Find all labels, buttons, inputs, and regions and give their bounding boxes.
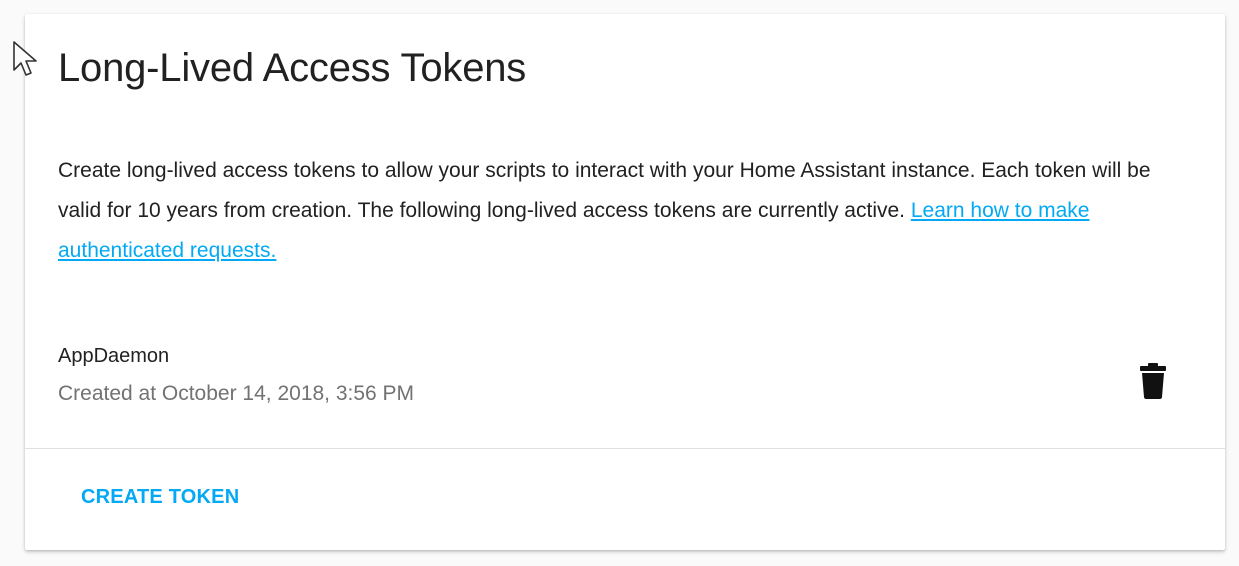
- token-list-item: AppDaemon Created at October 14, 2018, 3…: [25, 337, 1225, 447]
- token-name: AppDaemon: [58, 345, 170, 367]
- card-title: Long-Lived Access Tokens: [58, 46, 527, 90]
- long-lived-tokens-card: Long-Lived Access Tokens Create long-liv…: [25, 14, 1225, 550]
- card-actions-divider: [25, 448, 1225, 449]
- delete-icon: [1140, 363, 1166, 399]
- token-created-date: Created at October 14, 2018, 3:56 PM: [58, 382, 415, 405]
- create-token-button[interactable]: CREATE TOKEN: [67, 474, 253, 520]
- delete-token-button[interactable]: [1125, 353, 1181, 409]
- card-description: Create long-lived access tokens to allow…: [58, 151, 1188, 271]
